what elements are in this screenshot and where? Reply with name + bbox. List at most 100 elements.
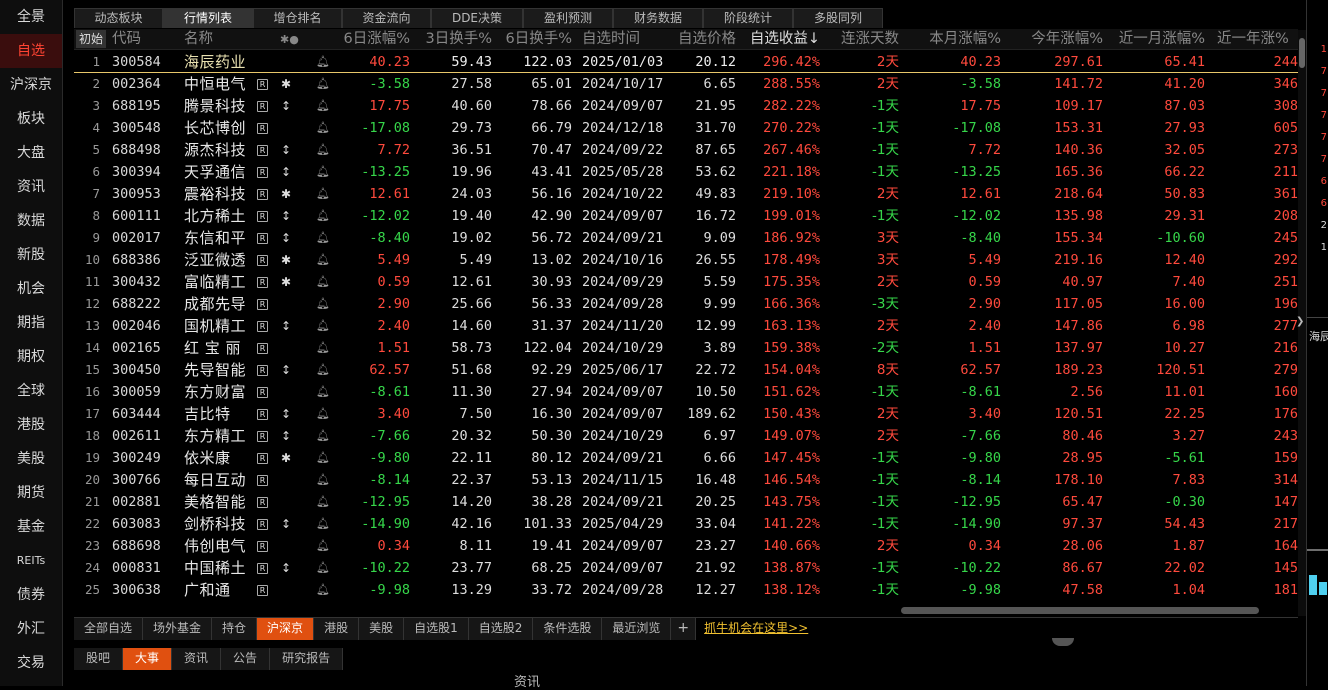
table-row[interactable]: 12 688222 成都先导 2.90 25.66 56.33 2024/09/28 9.99… — [74, 293, 1298, 315]
info-tab-1[interactable]: 大事 — [123, 648, 173, 670]
top-tab-0[interactable]: 动态板块 — [74, 8, 163, 28]
watchlist-tab-2[interactable]: 持仓 — [212, 618, 258, 640]
col-header-y1-chg[interactable]: 近一年涨% — [1217, 29, 1298, 50]
sidebar-item-14[interactable]: 期货 — [0, 476, 62, 510]
horizontal-scrollbar[interactable] — [74, 606, 1298, 615]
col-header-add-time[interactable]: 自选时间 — [582, 29, 640, 50]
table-row[interactable]: 25 300638 广和通 -9.98 13.29 33.72 2024/09/28 12.2… — [74, 579, 1298, 601]
col-header-up-days[interactable]: 连涨天数 — [820, 29, 899, 50]
table-row[interactable]: 14 002165 红 宝 丽 1.51 58.73 122.04 2024/10/29 3.… — [74, 337, 1298, 359]
col-header-chg6[interactable]: 6日涨幅% — [324, 29, 410, 50]
bell-icon[interactable]: 🔔︎ — [316, 73, 330, 95]
top-tab-4[interactable]: DDE决策 — [431, 8, 523, 28]
table-row[interactable]: 9 002017 东信和平 -8.40 19.02 56.72 2024/09/21 9.09… — [74, 227, 1298, 249]
table-row[interactable]: 11 300432 富临精工 0.59 12.61 30.93 2024/09/29 5.59… — [74, 271, 1298, 293]
init-sort-button[interactable]: 初始 — [76, 30, 107, 48]
bell-icon[interactable]: 🔔︎ — [316, 139, 330, 161]
bell-icon[interactable]: 🔔︎ — [316, 469, 330, 491]
col-header-add-price[interactable]: 自选价格 — [654, 29, 736, 50]
table-row[interactable]: 3 688195 腾景科技 17.75 40.60 78.66 2024/09/07 21.9… — [74, 95, 1298, 117]
sidebar-item-8[interactable]: 机会 — [0, 272, 62, 306]
sidebar-item-7[interactable]: 新股 — [0, 238, 62, 272]
bell-icon[interactable]: 🔔︎ — [316, 227, 330, 249]
top-tab-2[interactable]: 增仓排名 — [253, 8, 342, 28]
table-row[interactable]: 2 002364 中恒电气 -3.58 27.58 65.01 2024/10/17 6.65… — [74, 73, 1298, 95]
watchlist-tab-1[interactable]: 场外基金 — [143, 618, 213, 640]
table-row[interactable]: 4 300548 长芯博创 -17.08 29.73 66.79 2024/12/18 31.… — [74, 117, 1298, 139]
table-row[interactable]: 13 002046 国机精工 2.40 14.60 31.37 2024/11/20 12.9… — [74, 315, 1298, 337]
table-row[interactable]: 6 300394 天孚通信 -13.25 19.96 43.41 2025/05/28 53.… — [74, 161, 1298, 183]
bell-icon[interactable]: 🔔︎ — [316, 293, 330, 315]
promo-link[interactable]: 抓牛机会在这里>> — [696, 618, 819, 640]
sidebar-item-1[interactable]: 自选 — [0, 34, 62, 68]
table-row[interactable]: 19 300249 依米康 -9.80 22.11 80.12 2024/09/21 6.66… — [74, 447, 1298, 469]
horizontal-scrollbar-thumb[interactable] — [901, 607, 1259, 614]
bell-icon[interactable]: 🔔︎ — [316, 557, 330, 579]
sidebar-item-0[interactable]: 全景 — [0, 0, 62, 34]
bell-icon[interactable]: 🔔︎ — [316, 403, 330, 425]
sidebar-item-6[interactable]: 数据 — [0, 204, 62, 238]
sidebar-item-15[interactable]: 基金 — [0, 510, 62, 544]
bell-icon[interactable]: 🔔︎ — [316, 425, 330, 447]
watchlist-tab-4[interactable]: 港股 — [314, 618, 360, 640]
table-row[interactable]: 21 002881 美格智能 -12.95 14.20 38.28 2024/09/21 20… — [74, 491, 1298, 513]
sidebar-item-2[interactable]: 沪深京 — [0, 68, 62, 102]
col-header-turn3[interactable]: 3日换手% — [410, 29, 492, 50]
table-row[interactable]: 1 300584 海辰药业 40.23 59.43 122.03 2025/01/03 20.… — [74, 51, 1298, 73]
table-row[interactable]: 7 300953 震裕科技 12.61 24.03 56.16 2024/10/22 49.8… — [74, 183, 1298, 205]
top-tab-5[interactable]: 盈利预测 — [523, 8, 613, 28]
table-row[interactable]: 10 688386 泛亚微透 5.49 5.49 13.02 2024/10/16 26.55… — [74, 249, 1298, 271]
bell-icon[interactable]: 🔔︎ — [316, 381, 330, 403]
table-row[interactable]: 8 600111 北方稀土 -12.02 19.40 42.90 2024/09/07 16.… — [74, 205, 1298, 227]
table-row[interactable]: 18 002611 东方精工 -7.66 20.32 50.30 2024/10/29 6.9… — [74, 425, 1298, 447]
add-tab-button[interactable]: + — [671, 618, 697, 640]
watchlist-tab-5[interactable]: 美股 — [359, 618, 405, 640]
table-row[interactable]: 20 300766 每日互动 -8.14 22.37 53.13 2024/11/15 16.… — [74, 469, 1298, 491]
bell-icon[interactable]: 🔔︎ — [316, 491, 330, 513]
bell-icon[interactable]: 🔔︎ — [316, 183, 330, 205]
col-header-year-chg[interactable]: 今年涨幅% — [1001, 29, 1103, 50]
sidebar-item-11[interactable]: 全球 — [0, 374, 62, 408]
sidebar-item-13[interactable]: 美股 — [0, 442, 62, 476]
col-header-name[interactable]: 名称 — [184, 29, 213, 50]
bell-icon[interactable]: 🔔︎ — [316, 205, 330, 227]
bell-icon[interactable]: 🔔︎ — [316, 447, 330, 469]
table-row[interactable]: 23 688698 伟创电气 0.34 8.11 19.41 2024/09/07 23.27… — [74, 535, 1298, 557]
col-header-add-return[interactable]: 自选收益↓ — [736, 29, 820, 50]
info-tab-0[interactable]: 股吧 — [74, 648, 124, 670]
sidebar-item-18[interactable]: 外汇 — [0, 612, 62, 646]
sidebar-item-12[interactable]: 港股 — [0, 408, 62, 442]
table-row[interactable]: 15 300450 先导智能 62.57 51.68 92.29 2025/06/17 22.… — [74, 359, 1298, 381]
bell-icon[interactable]: 🔔︎ — [316, 513, 330, 535]
table-row[interactable]: 22 603083 剑桥科技 -14.90 42.16 101.33 2025/04/29 3… — [74, 513, 1298, 535]
bell-icon[interactable]: 🔔︎ — [316, 161, 330, 183]
watchlist-tab-9[interactable]: 最近浏览 — [602, 618, 672, 640]
sidebar-item-19[interactable]: 交易 — [0, 646, 62, 680]
sidebar-item-5[interactable]: 资讯 — [0, 170, 62, 204]
table-row[interactable]: 17 603444 吉比特 3.40 7.50 16.30 2024/09/07 189.62… — [74, 403, 1298, 425]
sidebar-item-3[interactable]: 板块 — [0, 102, 62, 136]
watchlist-tab-7[interactable]: 自选股2 — [468, 618, 534, 640]
info-tab-3[interactable]: 公告 — [221, 648, 271, 670]
top-tab-8[interactable]: 多股同列 — [793, 8, 883, 28]
sidebar-item-16[interactable]: REITs — [0, 544, 62, 578]
bell-icon[interactable]: 🔔︎ — [316, 249, 330, 271]
watchlist-tab-0[interactable]: 全部自选 — [74, 618, 144, 640]
watchlist-tab-6[interactable]: 自选股1 — [404, 618, 469, 640]
collapse-handle[interactable] — [1052, 638, 1074, 646]
bell-icon[interactable]: 🔔︎ — [316, 95, 330, 117]
bell-icon[interactable]: 🔔︎ — [316, 579, 330, 601]
table-row[interactable]: 16 300059 东方财富 -8.61 11.30 27.94 2024/09/07 10.… — [74, 381, 1298, 403]
top-tab-7[interactable]: 阶段统计 — [703, 8, 793, 28]
bell-icon[interactable]: 🔔︎ — [316, 51, 330, 73]
sidebar-item-9[interactable]: 期指 — [0, 306, 62, 340]
sidebar-item-4[interactable]: 大盘 — [0, 136, 62, 170]
top-tab-6[interactable]: 财务数据 — [613, 8, 703, 28]
vertical-scrollbar-thumb[interactable] — [1299, 38, 1305, 68]
bell-icon[interactable]: 🔔︎ — [316, 271, 330, 293]
col-header-m1-chg[interactable]: 近一月涨幅% — [1103, 29, 1205, 50]
panel-splitter-icon[interactable]: ❯ — [1296, 316, 1304, 330]
top-tab-1[interactable]: 行情列表 — [163, 8, 253, 28]
col-header-marks[interactable]: ✱● — [280, 29, 299, 50]
info-tab-2[interactable]: 资讯 — [172, 648, 222, 670]
